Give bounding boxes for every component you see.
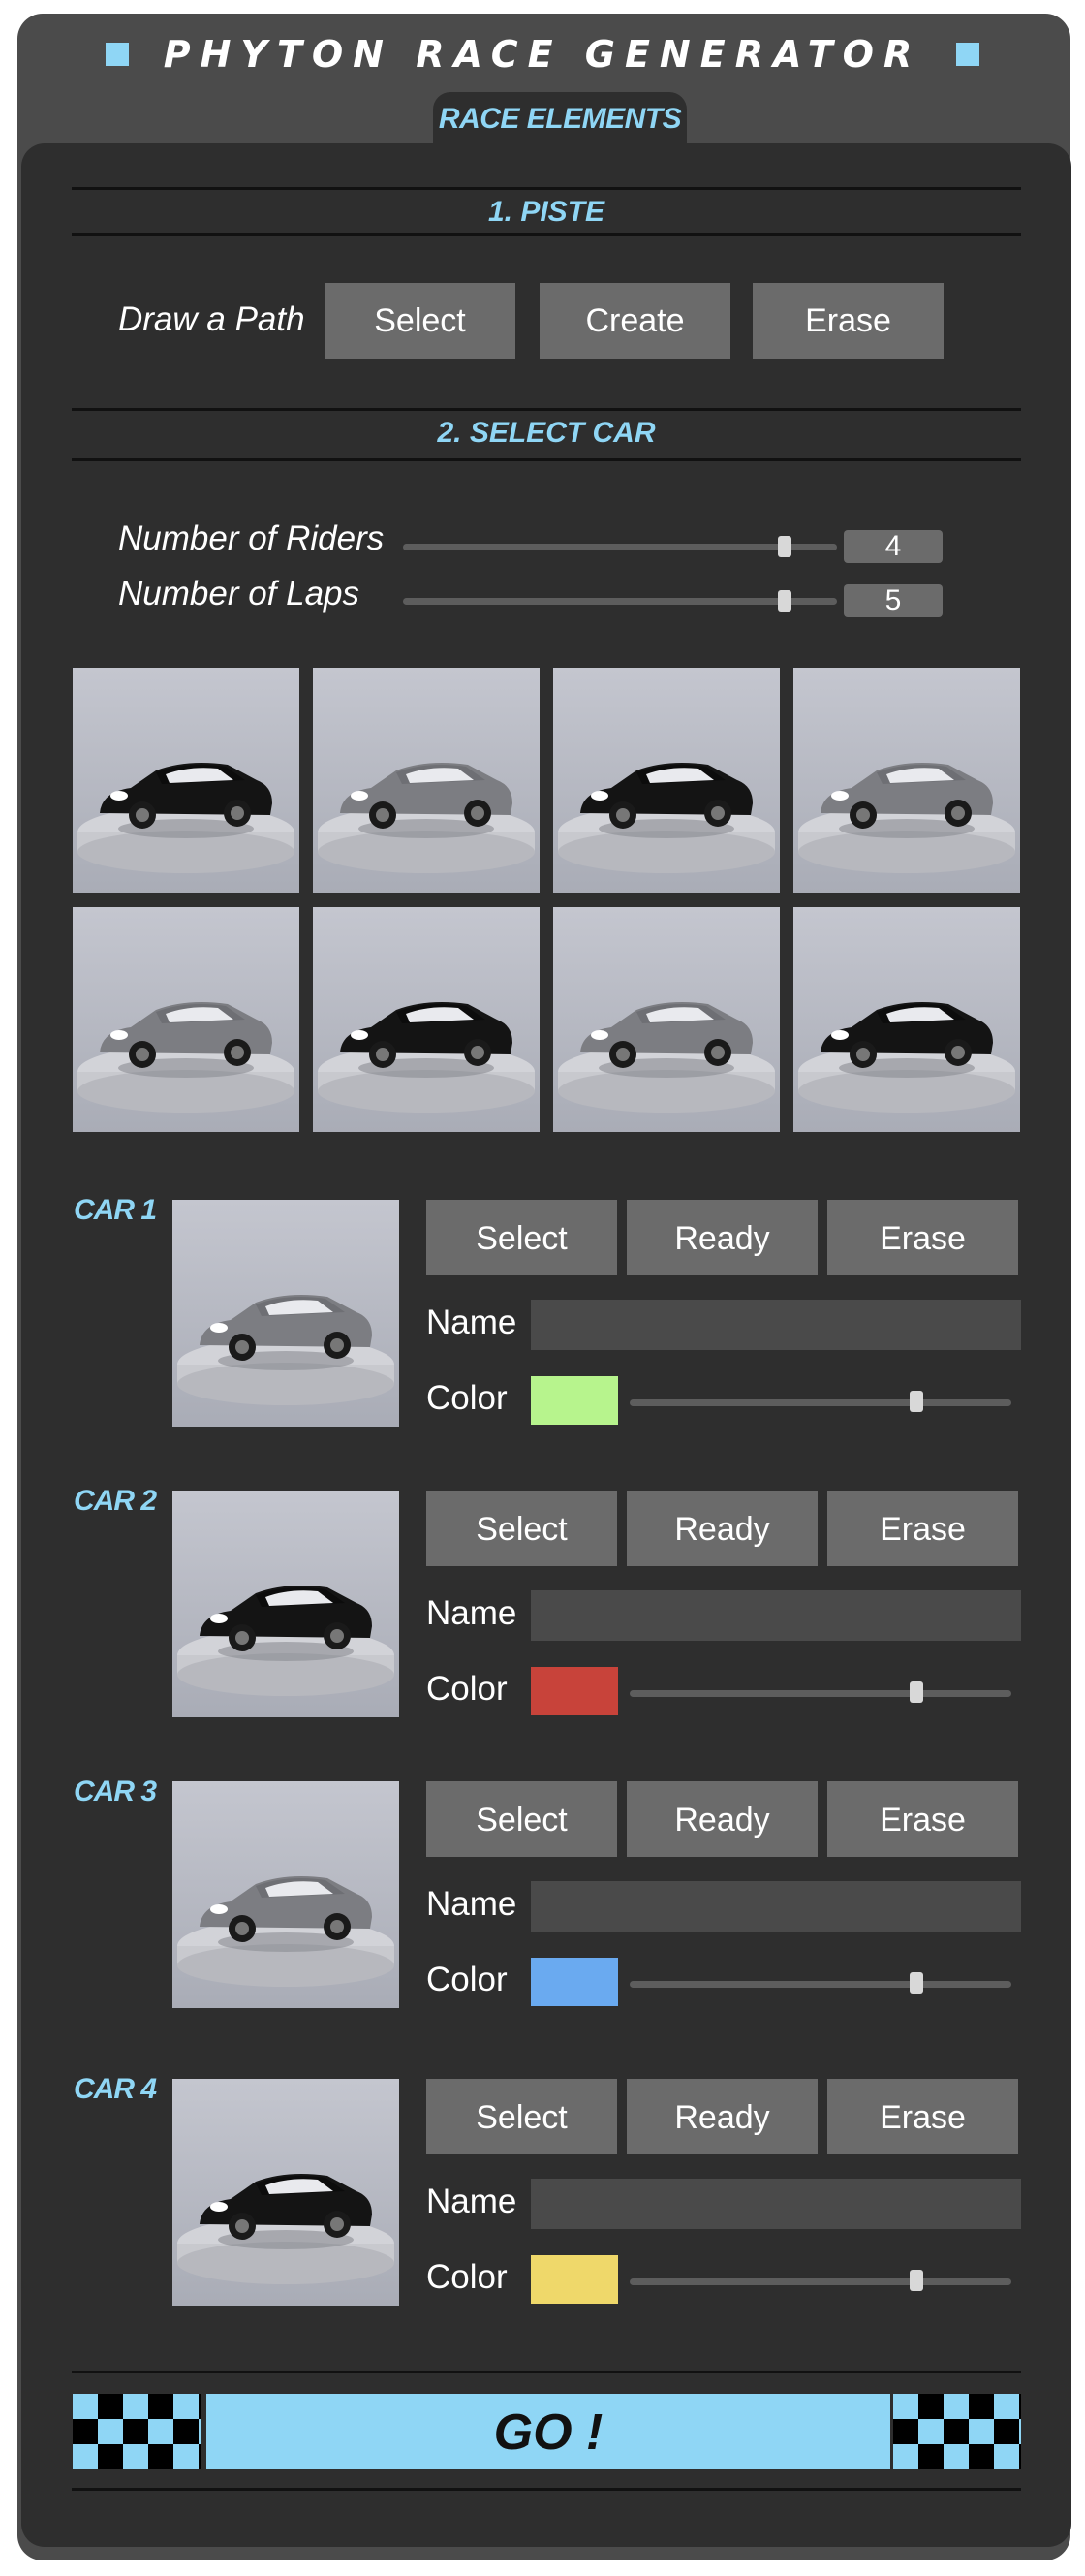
car-1-color-slider-handle[interactable]: [909, 1391, 923, 1412]
section-title-piste: 1. PISTE: [487, 196, 605, 228]
car-2-color-label: Color: [426, 1670, 508, 1708]
car-3-name-label: Name: [426, 1885, 517, 1923]
car-2-color-swatch[interactable]: [531, 1667, 618, 1715]
car-1-ready-button[interactable]: Ready: [627, 1200, 818, 1275]
car-thumbnail[interactable]: [73, 907, 299, 1132]
piste-select-button[interactable]: Select: [325, 283, 515, 359]
car-4-erase-button[interactable]: Erase: [827, 2079, 1018, 2154]
checkered-flag-left-icon: [73, 2394, 201, 2469]
car-thumbnail[interactable]: [793, 907, 1020, 1132]
car-2-label: CAR 2: [74, 1485, 157, 1517]
car-3-select-button[interactable]: Select: [426, 1781, 617, 1857]
car-1-label: CAR 1: [74, 1194, 157, 1226]
checkered-flag-right-icon: [893, 2394, 1021, 2469]
car-1-color-swatch[interactable]: [531, 1376, 618, 1425]
car-1-color-label: Color: [426, 1379, 508, 1417]
car-3-color-swatch[interactable]: [531, 1958, 618, 2006]
title-square-left-icon: [105, 43, 129, 66]
car-4-name-label: Name: [426, 2183, 517, 2220]
car-4-image: [172, 2079, 399, 2306]
car-3-color-slider-track[interactable]: [630, 1981, 1011, 1988]
go-button[interactable]: GO !: [206, 2394, 890, 2469]
car-thumbnail[interactable]: [73, 668, 299, 893]
car-4-color-label: Color: [426, 2258, 508, 2296]
piste-create-button[interactable]: Create: [540, 283, 730, 359]
title-bar: PHYTON RACE GENERATOR: [0, 33, 1085, 76]
title-square-right-icon: [956, 43, 980, 66]
riders-slider-track[interactable]: [403, 544, 837, 550]
divider: [72, 187, 1021, 190]
car-2-name-input[interactable]: [531, 1590, 1021, 1641]
divider: [72, 2371, 1021, 2373]
car-1-select-button[interactable]: Select: [426, 1200, 617, 1275]
section-title-select-car: 2. SELECT CAR: [437, 417, 656, 449]
laps-slider-handle[interactable]: [778, 590, 792, 612]
car-2-select-button[interactable]: Select: [426, 1491, 617, 1566]
laps-value: 5: [844, 584, 943, 617]
riders-slider-handle[interactable]: [778, 536, 792, 557]
car-2-ready-button[interactable]: Ready: [627, 1491, 818, 1566]
car-3-color-label: Color: [426, 1961, 508, 1998]
car-2-color-slider-handle[interactable]: [909, 1681, 923, 1703]
car-2-name-label: Name: [426, 1594, 517, 1632]
car-4-color-swatch[interactable]: [531, 2255, 618, 2304]
car-4-color-slider-track[interactable]: [630, 2278, 1011, 2285]
car-3-name-input[interactable]: [531, 1881, 1021, 1932]
car-3-color-slider-handle[interactable]: [909, 1972, 923, 1994]
car-thumbnail[interactable]: [793, 668, 1020, 893]
draw-path-label: Draw a Path: [118, 300, 305, 338]
car-4-select-button[interactable]: Select: [426, 2079, 617, 2154]
piste-erase-button[interactable]: Erase: [753, 283, 944, 359]
car-2-color-slider-track[interactable]: [630, 1690, 1011, 1697]
car-thumbnail[interactable]: [553, 668, 780, 893]
riders-value: 4: [844, 530, 943, 563]
car-thumbnail[interactable]: [553, 907, 780, 1132]
car-3-image: [172, 1781, 399, 2008]
divider: [72, 2488, 1021, 2491]
riders-label: Number of Riders: [118, 519, 385, 557]
car-4-ready-button[interactable]: Ready: [627, 2079, 818, 2154]
car-4-label: CAR 4: [74, 2073, 157, 2105]
car-thumbnail[interactable]: [313, 668, 540, 893]
car-3-erase-button[interactable]: Erase: [827, 1781, 1018, 1857]
laps-label: Number of Laps: [118, 575, 360, 613]
car-1-name-label: Name: [426, 1304, 517, 1341]
car-4-name-input[interactable]: [531, 2179, 1021, 2229]
car-1-name-input[interactable]: [531, 1300, 1021, 1350]
tab-race-elements[interactable]: RACE ELEMENTS: [433, 92, 687, 144]
car-3-ready-button[interactable]: Ready: [627, 1781, 818, 1857]
car-1-color-slider-track[interactable]: [630, 1399, 1011, 1406]
car-1-erase-button[interactable]: Erase: [827, 1200, 1018, 1275]
car-1-image: [172, 1200, 399, 1427]
car-3-label: CAR 3: [74, 1775, 157, 1807]
car-2-erase-button[interactable]: Erase: [827, 1491, 1018, 1566]
divider: [72, 233, 1021, 236]
divider: [72, 408, 1021, 411]
laps-slider-track[interactable]: [403, 598, 837, 605]
car-thumbnail[interactable]: [313, 907, 540, 1132]
divider: [72, 458, 1021, 461]
app-title: PHYTON RACE GENERATOR: [163, 33, 922, 76]
car-4-color-slider-handle[interactable]: [909, 2270, 923, 2291]
car-2-image: [172, 1491, 399, 1717]
